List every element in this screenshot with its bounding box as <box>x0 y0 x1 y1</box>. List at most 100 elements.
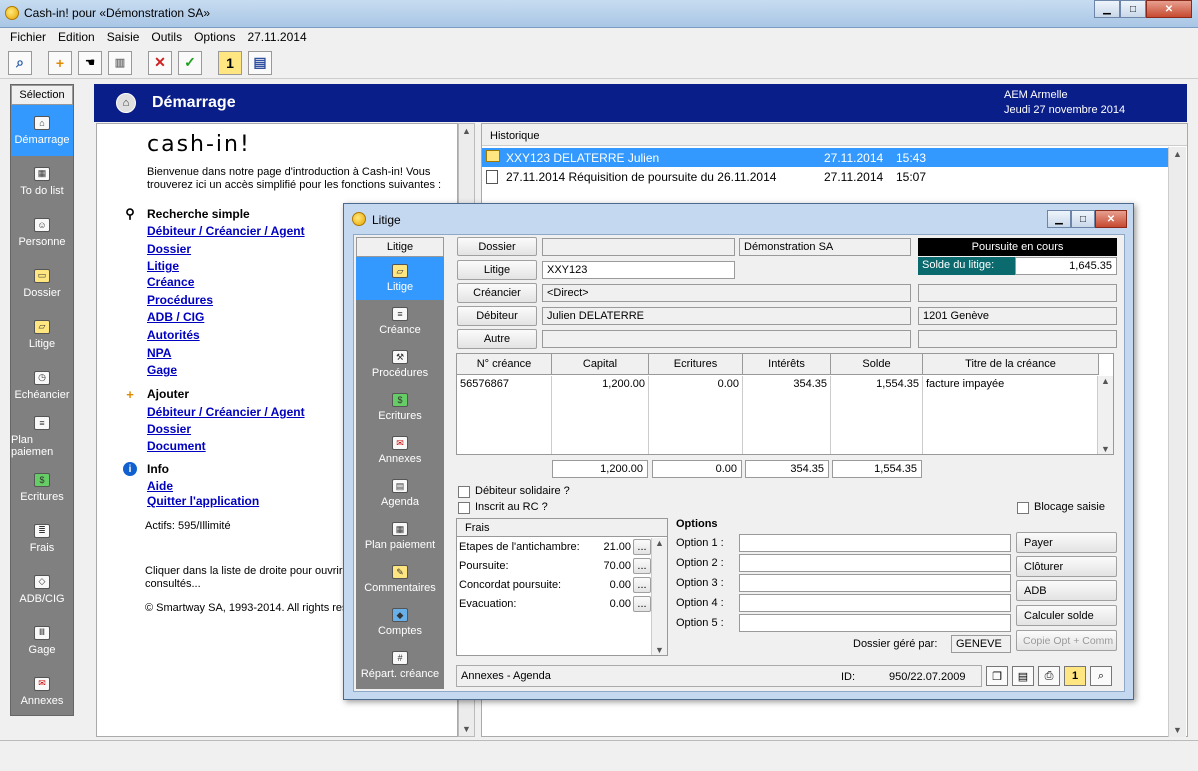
menu-edition[interactable]: Edition <box>52 30 101 44</box>
claim-solde[interactable]: 1,554.35 <box>831 376 923 392</box>
dialog-nav-comptes[interactable]: ◆ Comptes <box>356 601 444 644</box>
sidebar-item-litige[interactable]: ▱ Litige <box>11 309 73 360</box>
solidaire-checkbox[interactable] <box>458 486 470 498</box>
column-header[interactable]: Solde <box>831 354 923 375</box>
sidebar-item-todo[interactable]: ▦ To do list <box>11 156 73 207</box>
sidebar-item-ecritures[interactable]: $ Ecritures <box>11 462 73 513</box>
hand-pointer-icon[interactable]: ☚ <box>78 50 102 75</box>
print-icon[interactable]: ⎙ <box>1038 666 1060 686</box>
dialog-minimize-button[interactable]: ▁ <box>1047 210 1071 228</box>
creancier-button[interactable]: Créancier <box>457 283 537 303</box>
link-aide[interactable]: Aide <box>147 479 173 493</box>
menu-saisie[interactable]: Saisie <box>101 30 146 44</box>
info-icon[interactable]: 1 <box>218 50 242 75</box>
frais-value[interactable]: 0.00 <box>585 579 631 591</box>
litige-field[interactable]: XXY123 <box>542 261 735 279</box>
search-window-icon[interactable]: ⌕ <box>8 50 32 75</box>
scroll-up-icon[interactable]: ▲ <box>1169 149 1186 159</box>
frais-more-button[interactable]: ... <box>633 596 651 612</box>
link-search-procedures[interactable]: Procédures <box>147 293 213 307</box>
trash-icon[interactable]: ▥ <box>108 50 132 75</box>
minimize-button[interactable]: ▁ <box>1094 0 1120 18</box>
dialog-nav-agenda[interactable]: ▤ Agenda <box>356 472 444 515</box>
option-3-field[interactable] <box>739 574 1011 592</box>
sidebar-item-dossier[interactable]: ▭ Dossier <box>11 258 73 309</box>
column-header[interactable]: Capital <box>552 354 649 375</box>
payer-button[interactable]: Payer <box>1016 532 1117 553</box>
dialog-nav-creance[interactable]: ≡ Créance <box>356 300 444 343</box>
frais-more-button[interactable]: ... <box>633 577 651 593</box>
link-search-npa[interactable]: NPA <box>147 346 171 360</box>
autre-button[interactable]: Autre <box>457 329 537 349</box>
dialog-nav-repart-creance[interactable]: # Répart. créance <box>356 644 444 687</box>
scroll-down-icon[interactable]: ▼ <box>652 645 667 655</box>
option-2-field[interactable] <box>739 554 1011 572</box>
claim-capital[interactable]: 1,200.00 <box>552 376 649 392</box>
dialog-nav-ecritures[interactable]: $ Ecritures <box>356 386 444 429</box>
dialog-nav-procedures[interactable]: ⚒ Procédures <box>356 343 444 386</box>
dialog-nav-annexes[interactable]: ✉ Annexes <box>356 429 444 472</box>
link-search-autorites[interactable]: Autorités <box>147 328 200 342</box>
link-search-dossier[interactable]: Dossier <box>147 242 191 256</box>
debiteur-button[interactable]: Débiteur <box>457 306 537 326</box>
menu-outils[interactable]: Outils <box>145 30 188 44</box>
sidebar-item-frais[interactable]: ≣ Frais <box>11 513 73 564</box>
scroll-down-icon[interactable]: ▼ <box>1169 725 1186 735</box>
claims-scrollbar[interactable]: ▲ ▼ <box>1097 376 1113 454</box>
column-header[interactable]: Intérêts <box>743 354 831 375</box>
scroll-down-icon[interactable]: ▼ <box>459 724 474 734</box>
sidebar-item-annexes[interactable]: ✉ Annexes <box>11 666 73 717</box>
frais-value[interactable]: 0.00 <box>585 598 631 610</box>
option-4-field[interactable] <box>739 594 1011 612</box>
history-row[interactable]: XXY123 DELATERRE Julien 27.11.2014 15:43 <box>482 148 1170 167</box>
close-button[interactable]: ✕ <box>1146 0 1192 18</box>
calculer-solde-button[interactable]: Calculer solde <box>1016 605 1117 626</box>
option-5-field[interactable] <box>739 614 1011 632</box>
scroll-up-icon[interactable]: ▲ <box>652 538 667 548</box>
frais-more-button[interactable]: ... <box>633 539 651 555</box>
link-search-creance[interactable]: Créance <box>147 275 194 289</box>
history-row[interactable]: 27.11.2014 Réquisition de poursuite du 2… <box>482 167 1170 186</box>
link-search-gage[interactable]: Gage <box>147 363 177 377</box>
column-header[interactable]: Ecritures <box>649 354 743 375</box>
dialog-close-button[interactable]: ✕ <box>1095 210 1127 228</box>
blocage-checkbox[interactable] <box>1017 502 1029 514</box>
menu-options[interactable]: Options <box>188 30 241 44</box>
claim-number[interactable]: 56576867 <box>457 376 552 392</box>
dialog-nav-plan-paiement[interactable]: ▦ Plan paiement <box>356 515 444 558</box>
link-add-dossier[interactable]: Dossier <box>147 422 191 436</box>
cloturer-button[interactable]: Clôturer <box>1016 556 1117 577</box>
claim-titre[interactable]: facture impayée <box>923 376 1099 392</box>
maximize-button[interactable]: □ <box>1120 0 1146 18</box>
link-search-debiteur[interactable]: Débiteur / Créancier / Agent <box>147 224 305 238</box>
window-search-icon[interactable]: ⌕ <box>1090 666 1112 686</box>
link-search-litige[interactable]: Litige <box>147 259 179 273</box>
add-icon[interactable]: + <box>48 50 72 75</box>
option-1-field[interactable] <box>739 534 1011 552</box>
history-scrollbar[interactable]: ▲ ▼ <box>1168 147 1186 737</box>
info-icon[interactable]: 1 <box>1064 666 1086 686</box>
link-add-debiteur[interactable]: Débiteur / Créancier / Agent <box>147 405 305 419</box>
claim-ecritures[interactable]: 0.00 <box>649 376 743 392</box>
link-add-document[interactable]: Document <box>147 439 206 453</box>
copy-icon[interactable]: ❐ <box>986 666 1008 686</box>
dialog-nav-commentaires[interactable]: ✎ Commentaires <box>356 558 444 601</box>
check-icon[interactable]: ✓ <box>178 50 202 75</box>
column-header[interactable]: N° créance <box>457 354 552 375</box>
scroll-up-icon[interactable]: ▲ <box>459 126 474 136</box>
frais-scrollbar[interactable]: ▲ ▼ <box>651 538 667 655</box>
sidebar-item-demarrage[interactable]: ⌂ Démarrage <box>11 105 73 156</box>
sidebar-item-plan-paiement[interactable]: ≡ Plan paiemen <box>11 411 73 462</box>
sidebar-item-echeancier[interactable]: ◷ Echéancier <box>11 360 73 411</box>
dossier-field[interactable] <box>542 238 735 256</box>
column-header[interactable]: Titre de la créance <box>923 354 1099 375</box>
dossier-button[interactable]: Dossier <box>457 237 537 256</box>
rc-checkbox[interactable] <box>458 502 470 514</box>
frais-more-button[interactable]: ... <box>633 558 651 574</box>
litige-button[interactable]: Litige <box>457 260 537 280</box>
claim-interets[interactable]: 354.35 <box>743 376 831 392</box>
copie-opt-comm-button[interactable]: Copie Opt + Comm <box>1016 630 1117 651</box>
dialog-nav-litige[interactable]: ▱ Litige <box>356 257 444 300</box>
dialog-maximize-button[interactable]: □ <box>1071 210 1095 228</box>
scroll-up-icon[interactable]: ▲ <box>1098 376 1113 386</box>
